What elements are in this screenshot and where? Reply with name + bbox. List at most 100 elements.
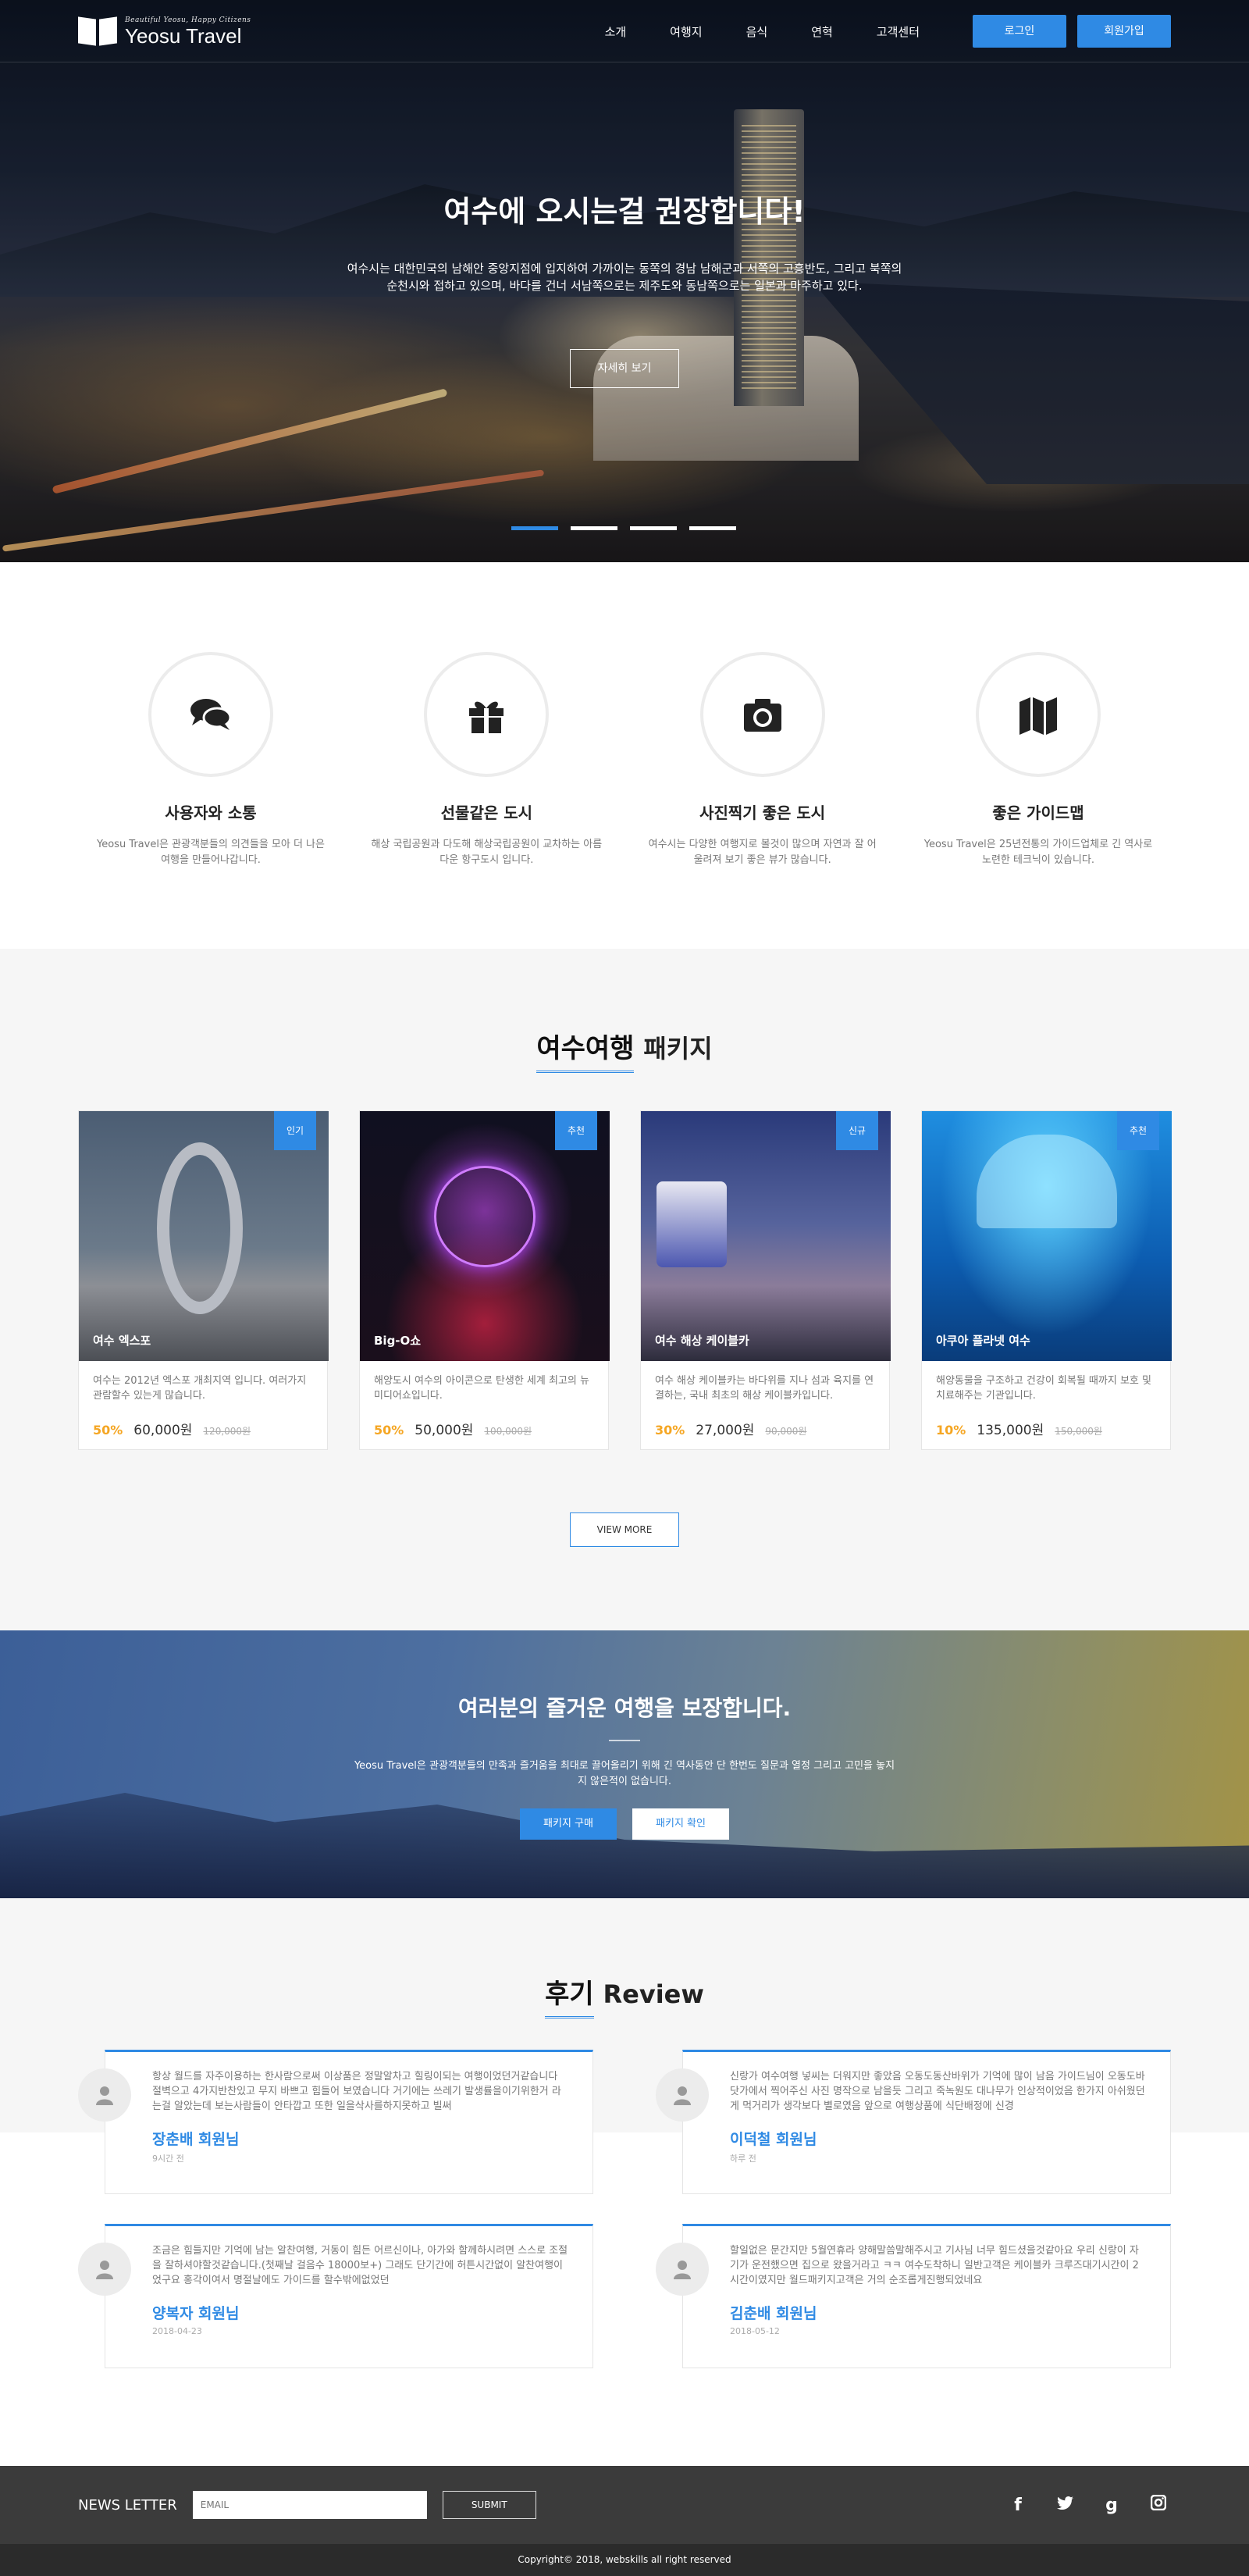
hero-detail-button[interactable]: 자세히 보기: [570, 349, 679, 388]
review-card: 신랑가 여수여행 넣씨는 더워지만 좋았음 오동도동산바위가 기억에 많이 남음…: [656, 2050, 1171, 2194]
sale-price: 135,000원: [977, 1423, 1044, 1438]
feature-title: 좋은 가이드맵: [992, 803, 1084, 822]
nav-item-history[interactable]: 연혁: [811, 23, 833, 40]
avatar: [656, 2243, 709, 2296]
price-row: 50% 50,000원 100,000원: [374, 1419, 594, 1438]
feature-title: 사진찍기 좋은 도시: [699, 803, 826, 822]
package-badge: 신규: [836, 1111, 878, 1150]
original-price: 120,000원: [203, 1426, 251, 1437]
promo-title: 여러분의 즐거운 여행을 보장합니다.: [457, 1695, 792, 1721]
avatar: [78, 2243, 131, 2296]
price-row: 30% 27,000원 90,000원: [655, 1419, 875, 1438]
logo[interactable]: Beautiful Yeosu, Happy Citizens Yeosu Tr…: [78, 16, 251, 46]
discount-rate: 50%: [374, 1423, 404, 1438]
review-text: 조금은 힘들지만 기억에 남는 알찬여행, 거동이 힘든 어르신이나, 아가와 …: [152, 2245, 568, 2286]
twitter-icon[interactable]: [1057, 2496, 1073, 2515]
signup-button[interactable]: 회원가입: [1077, 15, 1171, 48]
review-date: 2018-04-23: [152, 2326, 202, 2336]
facebook-icon[interactable]: f: [1010, 2496, 1026, 2515]
feature-title: 선물같은 도시: [440, 803, 533, 822]
review-card: 할일없은 문간지만 5월연휴라 양해말씀말해주시고 기사님 너무 힘드셨을것같아…: [656, 2224, 1171, 2368]
feature-description: Yeosu Travel은 관광객분들의 의견들을 모아 더 나은 여행을 만들…: [97, 839, 325, 866]
price-row: 10% 135,000원 150,000원: [936, 1419, 1156, 1438]
promo-description: Yeosu Travel은 관광객분들의 만족과 즐거움을 최대로 끌어올리기 …: [354, 1760, 895, 1787]
sale-price: 50,000원: [415, 1423, 474, 1438]
slider-dot-3[interactable]: [630, 526, 677, 530]
review-date: 9시간 전: [152, 2154, 184, 2164]
view-more-button[interactable]: VIEW MORE: [570, 1512, 679, 1547]
nav-item-support[interactable]: 고객센터: [877, 23, 920, 40]
review-author: 김춘배 회원님: [730, 2305, 817, 2322]
package-card[interactable]: 인기 여수 엑스포 여수는 2012년 엑스포 개최지역 입니다. 여러가지 관…: [78, 1110, 329, 1450]
review-card: 항상 월드를 자주이용하는 한사람으로써 이상품은 정말알차고 힐링이되는 여행…: [78, 2050, 593, 2194]
feature-description: 해상 국립공원과 다도해 해상국립공원이 교차하는 아름다운 항구도시 입니다.: [371, 839, 603, 866]
feature-description: Yeosu Travel은 25년전통의 가이드업체로 긴 역사로 노련한 테크…: [923, 839, 1153, 866]
review-text: 할일없은 문간지만 5월연휴라 양해말씀말해주시고 기사님 너무 힘드셨을것같아…: [730, 2245, 1139, 2286]
instagram-icon[interactable]: [1150, 2494, 1167, 2515]
logo-tagline: Beautiful Yeosu, Happy Citizens: [125, 16, 251, 24]
review-date: 하루 전: [730, 2154, 756, 2164]
nav-item-food[interactable]: 음식: [746, 23, 768, 40]
section-title: 후기 Review: [78, 1898, 1171, 2018]
review-text: 신랑가 여수여행 넣씨는 더워지만 좋았음 오동도동산바위가 기억에 많이 남음…: [730, 2071, 1145, 2112]
package-image: 인기 여수 엑스포: [79, 1111, 329, 1361]
package-name: 여수 엑스포: [93, 1334, 151, 1348]
section-title-rest: 패키지: [643, 1034, 713, 1064]
google-plus-icon[interactable]: g: [1104, 2496, 1119, 2515]
site-header: Beautiful Yeosu, Happy Citizens Yeosu Tr…: [0, 0, 1249, 62]
user-icon: [96, 2086, 113, 2105]
feature-circle: [699, 652, 825, 777]
package-image: 추천 아쿠아 플라넷 여수: [922, 1111, 1172, 1361]
package-badge: 추천: [1117, 1111, 1159, 1150]
newsletter-label: NEWS LETTER: [78, 2496, 177, 2514]
hero-slider: 여수에 오시는걸 권장합니다! 여수시는 대한민국의 남해안 중앙지점에 입지하…: [0, 0, 1249, 562]
package-badge: 인기: [274, 1111, 316, 1150]
discount-rate: 30%: [655, 1423, 685, 1438]
slider-dot-2[interactable]: [571, 526, 617, 530]
feature-item: 사용자와 소통 Yeosu Travel은 관광객분들의 의견들을 모아 더 나…: [94, 652, 328, 868]
review-author: 장춘배 회원님: [152, 2131, 240, 2148]
package-description: 해양도시 여수의 아이콘으로 탄생한 세계 최고의 뉴미디어쇼입니다.: [374, 1375, 589, 1402]
package-name: 아쿠아 플라넷 여수: [936, 1334, 1030, 1348]
feature-description: 여수시는 다양한 여행지로 볼것이 많으며 자연과 잘 어울려져 보기 좋은 뷰…: [648, 839, 877, 866]
section-title: 여수여행 패키지: [78, 949, 1171, 1073]
slider-indicators: [511, 526, 736, 530]
nav-item-destinations[interactable]: 여행지: [670, 23, 702, 40]
feature-circle: [148, 652, 273, 777]
package-name: 여수 해상 케이블카: [655, 1334, 749, 1348]
nav-item-about[interactable]: 소개: [605, 23, 627, 40]
check-package-button[interactable]: 패키지 확인: [632, 1808, 729, 1840]
package-description: 여수는 2012년 엑스포 개최지역 입니다. 여러가지 관람할수 있는게 많습…: [93, 1375, 307, 1402]
package-card[interactable]: 추천 Big-O쇼 해양도시 여수의 아이콘으로 탄생한 세계 최고의 뉴미디어…: [359, 1110, 610, 1450]
feature-circle: [424, 652, 550, 777]
features-section: 사용자와 소통 Yeosu Travel은 관광객분들의 의견들을 모아 더 나…: [0, 562, 1249, 949]
hero-description: 여수시는 대한민국의 남해안 중앙지점에 입지하여 가까이는 동쪽의 경남 남해…: [347, 262, 902, 293]
promo-banner: 여러분의 즐거운 여행을 보장합니다. Yeosu Travel은 관광객분들의…: [0, 1630, 1249, 1898]
package-image: 신규 여수 해상 케이블카: [641, 1111, 891, 1361]
review-date: 2018-05-12: [730, 2326, 780, 2336]
user-icon: [96, 2261, 113, 2279]
review-author: 양복자 회원님: [152, 2305, 240, 2322]
user-icon: [674, 2086, 691, 2105]
package-description: 여수 해상 케이블카는 바다위를 지나 섬과 육지를 연결하는, 국내 최초의 …: [655, 1375, 874, 1402]
slider-dot-1[interactable]: [511, 526, 558, 530]
review-list: 항상 월드를 자주이용하는 한사람으로써 이상품은 정말알차고 힐링이되는 여행…: [78, 2050, 1171, 2368]
feature-circle: [975, 652, 1101, 777]
newsletter-bar: NEWS LETTER SUBMIT f g: [0, 2466, 1249, 2544]
buy-package-button[interactable]: 패키지 구매: [520, 1808, 617, 1840]
reviews-section: 후기 Review 항상 월드를 자주이용하는 한사람으로써 이상품은 정말알차…: [0, 1898, 1249, 2466]
packages-section: 여수여행 패키지 인기 여수 엑스포 여수는 2012년 엑스포 개최지역 입니…: [0, 949, 1249, 1630]
feature-item: 선물같은 도시 해상 국립공원과 다도해 해상국립공원이 교차하는 아름다운 항…: [369, 652, 603, 868]
submit-button[interactable]: SUBMIT: [442, 2491, 536, 2519]
main-nav: 소개 여행지 음식 연혁 고객센터 로그인 회원가입: [583, 15, 1171, 48]
section-title-highlight: 후기: [545, 1972, 594, 2018]
slider-dot-4[interactable]: [689, 526, 736, 530]
email-field[interactable]: [192, 2491, 427, 2519]
login-button[interactable]: 로그인: [973, 15, 1066, 48]
camera-icon: [743, 699, 781, 732]
gift-icon: [469, 701, 504, 733]
package-card[interactable]: 신규 여수 해상 케이블카 여수 해상 케이블카는 바다위를 지나 섬과 육지를…: [640, 1110, 891, 1450]
logo-name: Yeosu Travel: [125, 23, 242, 48]
feature-title: 사용자와 소통: [165, 803, 257, 822]
package-card[interactable]: 추천 아쿠아 플라넷 여수 해양동물을 구조하고 건강이 회복될 때까지 보호 …: [921, 1110, 1172, 1450]
